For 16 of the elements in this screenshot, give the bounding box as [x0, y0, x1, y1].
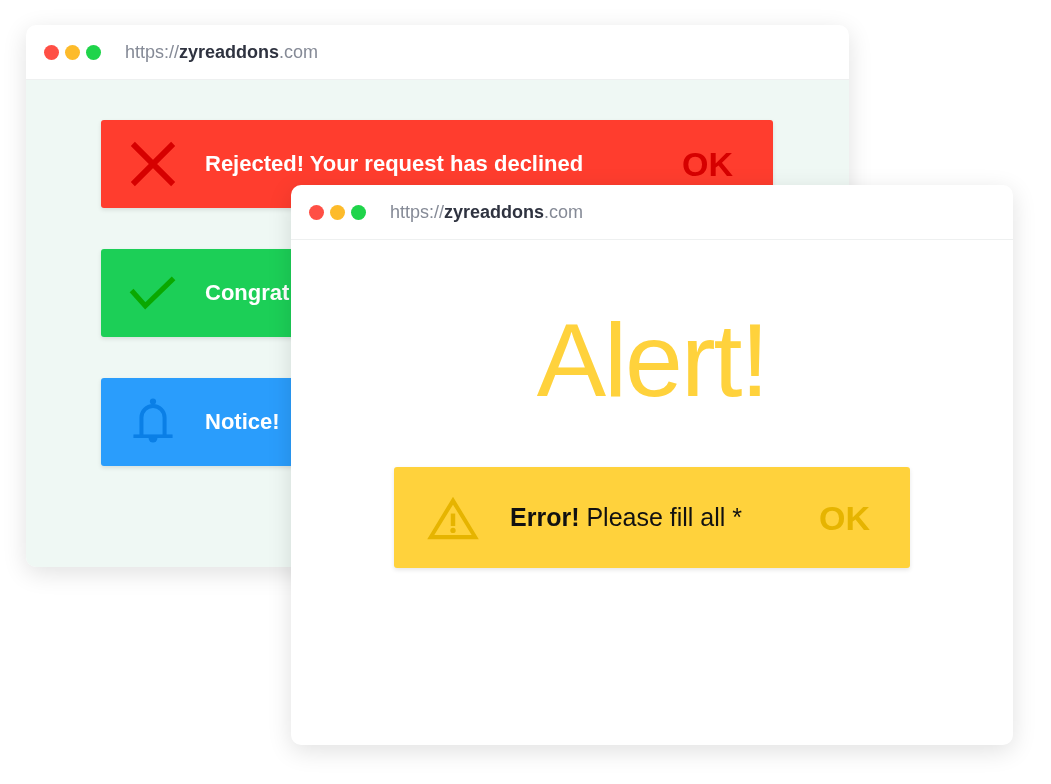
minimize-dot[interactable]	[65, 44, 80, 60]
close-dot[interactable]	[309, 204, 324, 220]
alert-message: Error! Please fill all *	[510, 503, 744, 532]
ok-button[interactable]: OK	[682, 147, 733, 181]
alert-message: Notice!	[205, 409, 281, 435]
alert-heading: Alert!	[536, 308, 768, 412]
minimize-dot[interactable]	[330, 204, 345, 220]
maximize-dot[interactable]	[86, 44, 101, 60]
alert-message: Rejected! Your request has declined	[205, 151, 585, 177]
close-icon	[129, 140, 177, 188]
close-dot[interactable]	[44, 44, 59, 60]
address-text: https://zyreaddons.com	[390, 201, 584, 223]
maximize-dot[interactable]	[351, 204, 366, 220]
alert-message: Congrat	[205, 280, 291, 306]
ok-button[interactable]: OK	[819, 500, 870, 535]
address-text: https://zyreaddons.com	[125, 41, 319, 63]
